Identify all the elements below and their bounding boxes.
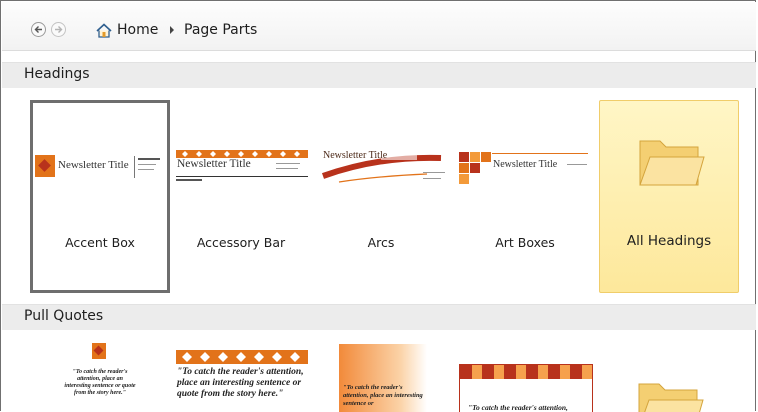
folder-icon [638, 383, 704, 412]
line [138, 164, 156, 165]
divider [134, 156, 135, 178]
all-headings-button[interactable]: All Headings [599, 100, 739, 293]
navigation-bar: Home Page Parts [2, 2, 756, 51]
breadcrumb-separator-icon[interactable] [169, 26, 175, 34]
home-icon[interactable] [96, 23, 112, 38]
preview-title: Newsletter Title [493, 159, 558, 170]
pull-quote-preview-text: "To catch the reader's attention, place … [343, 384, 423, 407]
heading-art-boxes[interactable]: Newsletter Title Art Boxes [455, 100, 595, 293]
pull-quote-preview-text: "To catch the reader's attention, place … [177, 367, 304, 399]
accessory-bar-label: Accessory Bar [196, 235, 286, 250]
pull-quote-preview-text: "To catch the reader's attention, place … [64, 369, 136, 396]
pull-quote-item[interactable]: "To catch the reader's attention, place … [30, 336, 170, 412]
pull-quotes-section-header: Pull Quotes [2, 304, 756, 330]
back-button[interactable] [31, 22, 46, 37]
forward-arrow-icon [55, 26, 63, 33]
line [138, 158, 160, 160]
all-headings-label: All Headings [626, 233, 712, 249]
heading-accessory-bar[interactable]: Newsletter Title Accessory Bar [173, 100, 309, 293]
back-arrow-icon [34, 26, 42, 33]
art-box [470, 152, 480, 162]
breadcrumb-home[interactable]: Home [117, 22, 158, 38]
pull-quote-item[interactable]: "To catch the reader's attention, [459, 364, 593, 412]
art-box [459, 174, 469, 184]
art-boxes-preview: Newsletter Title [459, 150, 593, 184]
diamond-bar-preview [176, 350, 308, 364]
art-box [459, 152, 469, 162]
folder-icon [639, 140, 705, 186]
headings-section-title: Headings [24, 66, 90, 82]
arcs-label: Arcs [367, 235, 395, 250]
preview-title: Newsletter Title [323, 150, 388, 161]
pull-quote-item[interactable]: "To catch the reader's attention, place … [339, 344, 427, 412]
line [492, 153, 588, 154]
preview-title: Newsletter Title [177, 158, 251, 170]
pull-quote-item[interactable]: "To catch the reader's attention, place … [173, 336, 309, 412]
accent-box-preview: Newsletter Title [34, 153, 166, 183]
line [138, 169, 154, 170]
page-parts-window: Home Page Parts Headings Newsletter Titl… [0, 0, 756, 412]
forward-button[interactable] [51, 22, 66, 37]
art-boxes-label: Art Boxes [495, 235, 555, 250]
all-pull-quotes-button[interactable] [599, 336, 739, 412]
art-box [459, 163, 469, 173]
heading-arcs[interactable]: Newsletter Title Arcs [313, 100, 449, 293]
striped-bar-preview [460, 365, 592, 379]
breadcrumb-page-parts[interactable]: Page Parts [184, 22, 257, 38]
art-box [481, 152, 491, 162]
preview-title: Newsletter Title [58, 159, 129, 171]
art-box [470, 163, 480, 173]
pull-quotes-section-title: Pull Quotes [24, 308, 104, 324]
line [567, 164, 587, 165]
accent-box-label: Accent Box [65, 235, 135, 250]
headings-section-header: Headings [2, 62, 756, 88]
heading-accent-box[interactable]: Newsletter Title Accent Box [30, 100, 170, 293]
